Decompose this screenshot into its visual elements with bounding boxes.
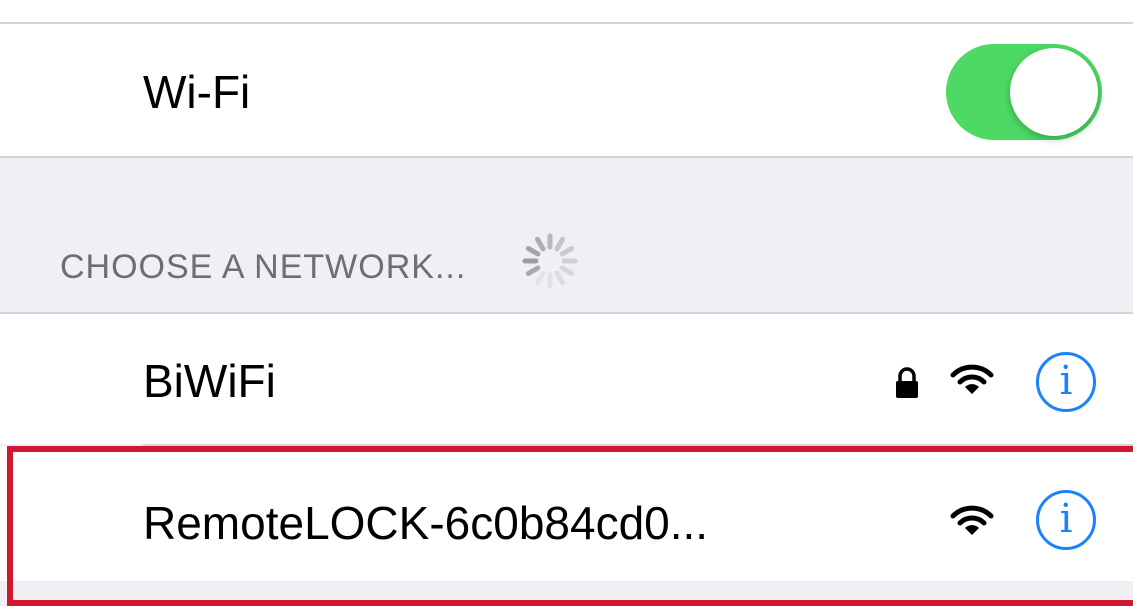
info-icon[interactable]: i: [1036, 352, 1096, 412]
separator: [0, 156, 1133, 158]
network-name: BiWiFi: [143, 355, 276, 407]
info-glyph: i: [1059, 358, 1073, 404]
network-name: RemoteLOCK-6c0b84cd0...: [143, 497, 709, 549]
wifi-signal-icon: [950, 364, 994, 394]
top-strip: [0, 0, 1133, 22]
wifi-signal-icon: [950, 505, 994, 535]
wifi-toggle[interactable]: [946, 44, 1102, 140]
loading-spinner-icon: [522, 233, 578, 289]
info-icon[interactable]: i: [1036, 490, 1096, 550]
toggle-knob: [1010, 48, 1098, 136]
section-header: CHOOSE A NETWORK...: [60, 248, 467, 286]
lock-icon: [896, 367, 918, 398]
info-glyph: i: [1059, 496, 1073, 542]
wifi-cell: Wi-Fi: [0, 24, 1133, 156]
wifi-label: Wi-Fi: [143, 66, 251, 118]
